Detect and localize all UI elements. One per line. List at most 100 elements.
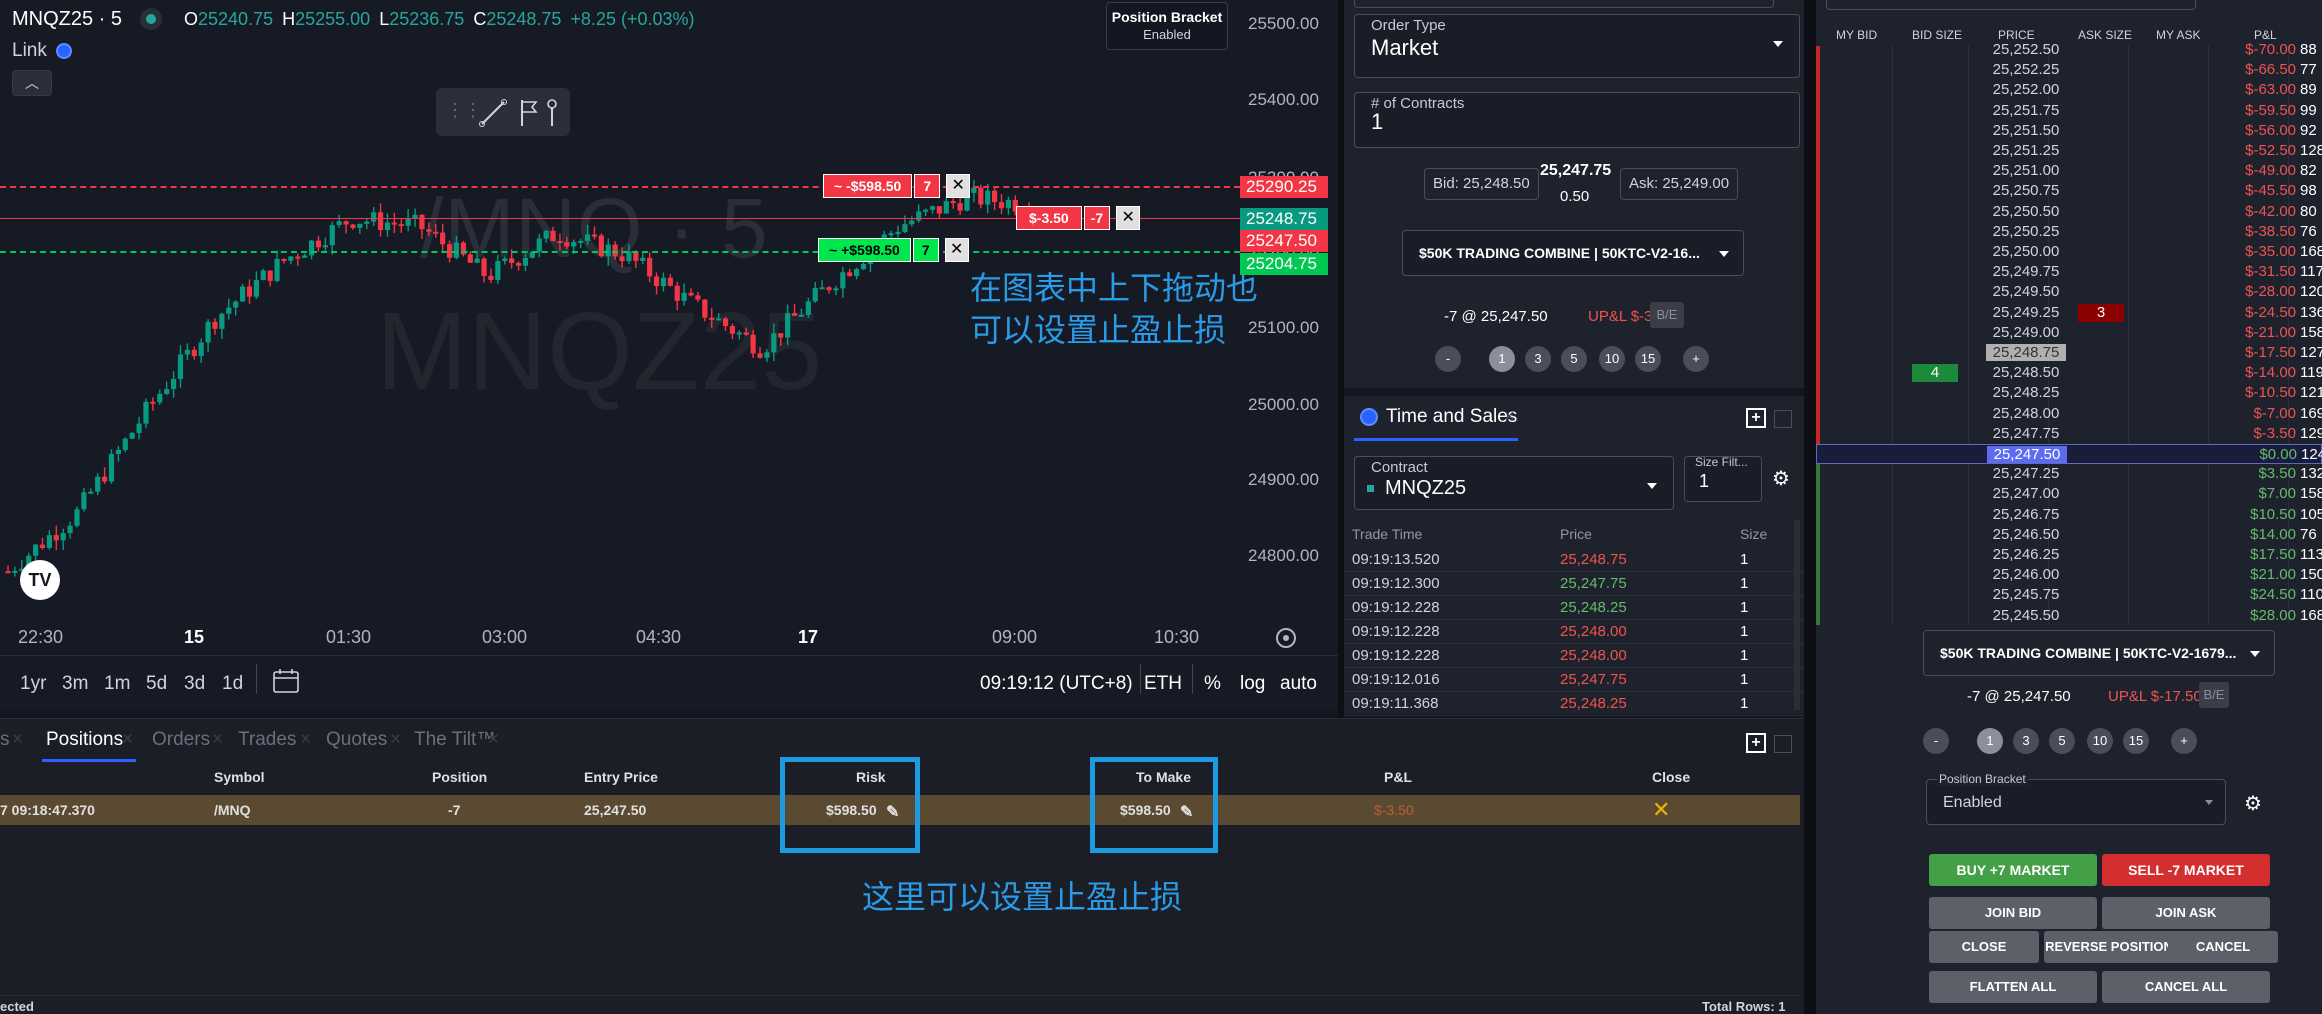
dom-row[interactable]: 25,249.75 $-31.50 117: [1816, 262, 2322, 282]
dom-row[interactable]: 25,247.75 $-3.50 129: [1816, 424, 2322, 444]
buy-market-button[interactable]: BUY +7 MARKET: [1929, 854, 2097, 886]
maximize-icon[interactable]: [1774, 410, 1792, 428]
qty-button-1[interactable]: 1: [1977, 728, 2003, 754]
dom-row[interactable]: 25,251.25 $-52.50 128: [1816, 141, 2322, 161]
dom-account-select[interactable]: $50K TRADING COMBINE | 50KTC-V2-1679...: [1923, 630, 2275, 676]
col-close[interactable]: Close: [1652, 769, 1690, 785]
tab-time-and-sales[interactable]: Time and Sales: [1386, 406, 1517, 428]
qty-button-15[interactable]: 15: [2123, 728, 2149, 754]
auto-scale-button[interactable]: auto: [1280, 673, 1317, 695]
dom-row[interactable]: 25,246.00 $21.00 150: [1816, 565, 2322, 585]
qty-button-5[interactable]: 5: [1561, 346, 1587, 372]
col-position[interactable]: Position: [432, 769, 487, 785]
settings-gear-icon[interactable]: [1276, 628, 1296, 648]
close-tab-icon[interactable]: ×: [300, 729, 311, 751]
price-chart[interactable]: MNQZ25 · 5 O25240.75 H25255.00 L25236.75…: [0, 0, 1338, 655]
scrollbar[interactable]: [1794, 520, 1800, 710]
breakeven-button[interactable]: B/E: [1650, 302, 1684, 328]
close-tab-icon[interactable]: ×: [488, 729, 499, 751]
close-target-icon[interactable]: ✕: [944, 238, 969, 262]
dom-row[interactable]: 25,246.75 $10.50 105: [1816, 505, 2322, 525]
dom-row[interactable]: 25,252.50 $-70.00 88: [1816, 40, 2322, 60]
maximize-icon[interactable]: [1774, 735, 1792, 753]
account-select[interactable]: $50K TRADING COMBINE | 50KTC-V2-16...: [1402, 230, 1744, 276]
clock-readout[interactable]: 09:19:12 (UTC+8): [980, 673, 1133, 695]
close-tab-icon[interactable]: ×: [122, 729, 133, 751]
dom-row[interactable]: 25,249.50 $-28.00 120: [1816, 282, 2322, 302]
add-panel-icon[interactable]: +: [1746, 408, 1766, 428]
dom-row[interactable]: 25,247.50 $0.00 124: [1816, 444, 2322, 464]
position-tag[interactable]: $-3.50 -7 ✕: [1016, 206, 1141, 230]
dom-row[interactable]: 25,247.00 $7.00 158: [1816, 484, 2322, 504]
close-tab-icon[interactable]: ×: [212, 729, 223, 751]
close-position-x-icon[interactable]: ✕: [1652, 797, 1670, 823]
dom-row[interactable]: 25,246.25 $17.50 113: [1816, 545, 2322, 565]
dom-row[interactable]: 25,245.50 $28.00 168: [1816, 606, 2322, 626]
link-dot-icon[interactable]: [1360, 408, 1378, 426]
col-symbol[interactable]: Symbol: [214, 769, 265, 785]
qty-button-plus[interactable]: +: [2171, 728, 2197, 754]
close-tab-icon[interactable]: ×: [12, 729, 23, 751]
stop-order-tag[interactable]: ~ -$598.50 7 ✕: [823, 174, 971, 198]
timeframe-3m[interactable]: 3m: [62, 673, 88, 695]
dom-row[interactable]: 25,250.25 $-38.50 76: [1816, 222, 2322, 242]
timeframe-1yr[interactable]: 1yr: [20, 673, 46, 695]
tab-trades[interactable]: Trades: [238, 729, 296, 751]
dom-row[interactable]: 25,248.75 $-17.50 127: [1816, 343, 2322, 363]
timeframe-1d[interactable]: 1d: [222, 673, 243, 695]
tab-orders[interactable]: Orders: [152, 729, 210, 751]
dom-row[interactable]: 25,247.25 $3.50 132: [1816, 464, 2322, 484]
session-button[interactable]: ETH: [1144, 673, 1182, 695]
flatten-all-button[interactable]: FLATTEN ALL: [1929, 971, 2097, 1003]
dom-row[interactable]: 25,251.50 $-56.00 92: [1816, 121, 2322, 141]
tab-the-tilt[interactable]: The Tilt™: [414, 729, 495, 751]
qty-button-minus[interactable]: -: [1435, 346, 1461, 372]
close-position-button[interactable]: CLOSE POSITION: [1929, 931, 2039, 986]
qty-button-3[interactable]: 3: [2013, 728, 2039, 754]
timeframe-3d[interactable]: 3d: [184, 673, 205, 695]
dom-row[interactable]: 25,248.50 4 $-14.00 119: [1816, 363, 2322, 383]
gear-icon[interactable]: ⚙: [1772, 466, 1790, 491]
qty-button-3[interactable]: 3: [1525, 346, 1551, 372]
cancel-all-button[interactable]: CANCEL ALL: [2102, 971, 2270, 1003]
col-pnl[interactable]: P&L: [1384, 769, 1412, 785]
dom-row[interactable]: 25,251.00 $-49.00 82: [1816, 161, 2322, 181]
qty-button-10[interactable]: 10: [2087, 728, 2113, 754]
close-tab-icon[interactable]: ×: [1504, 406, 1515, 427]
dom-row[interactable]: 25,250.75 $-45.50 98: [1816, 181, 2322, 201]
dom-row[interactable]: 25,249.00 $-21.00 158: [1816, 323, 2322, 343]
qty-button-15[interactable]: 15: [1635, 346, 1661, 372]
col-entry-price[interactable]: Entry Price: [584, 769, 658, 785]
qty-button-plus[interactable]: +: [1683, 346, 1709, 372]
join-bid-button[interactable]: JOIN BID: [1929, 897, 2097, 929]
contracts-input[interactable]: # of Contracts 1: [1354, 92, 1800, 148]
tab-partial[interactable]: s: [0, 729, 10, 751]
dom-breakeven-button[interactable]: B/E: [2199, 682, 2229, 708]
size-filter-input[interactable]: Size Filt... 1: [1684, 455, 1762, 502]
dom-row[interactable]: 25,250.50 $-42.00 80: [1816, 202, 2322, 222]
dom-row[interactable]: 25,248.25 $-10.50 121: [1816, 383, 2322, 403]
qty-button-10[interactable]: 10: [1599, 346, 1625, 372]
close-position-icon[interactable]: ✕: [1116, 206, 1141, 230]
dom-row[interactable]: 25,246.50 $14.00 76: [1816, 525, 2322, 545]
take-profit-line[interactable]: [0, 251, 1240, 253]
bid-display[interactable]: Bid: 25,248.50: [1424, 168, 1539, 200]
contract-select[interactable]: Contract MNQZ25: [1354, 456, 1674, 510]
timeframe-5d[interactable]: 5d: [146, 673, 167, 695]
target-order-tag[interactable]: ~ +$598.50 7 ✕: [818, 238, 969, 262]
close-tab-icon[interactable]: ×: [390, 729, 401, 751]
stop-loss-line[interactable]: [0, 186, 1240, 188]
dom-row[interactable]: 25,250.00 $-35.00 168: [1816, 242, 2322, 262]
qty-button-minus[interactable]: -: [1923, 728, 1949, 754]
close-stop-icon[interactable]: ✕: [946, 174, 971, 198]
add-panel-icon[interactable]: +: [1746, 733, 1766, 753]
tab-quotes[interactable]: Quotes: [326, 729, 387, 751]
dom-row[interactable]: 25,245.75 $24.50 110: [1816, 585, 2322, 605]
qty-button-5[interactable]: 5: [2049, 728, 2075, 754]
dom-row[interactable]: 25,249.25 3 $-24.50 136: [1816, 303, 2322, 323]
gear-icon[interactable]: ⚙: [2244, 791, 2262, 816]
order-type-select[interactable]: Order Type Market: [1354, 14, 1800, 78]
sell-market-button[interactable]: SELL -7 MARKET: [2102, 854, 2270, 886]
dom-row[interactable]: 25,252.25 $-66.50 77: [1816, 60, 2322, 80]
percent-scale-button[interactable]: %: [1204, 673, 1221, 695]
